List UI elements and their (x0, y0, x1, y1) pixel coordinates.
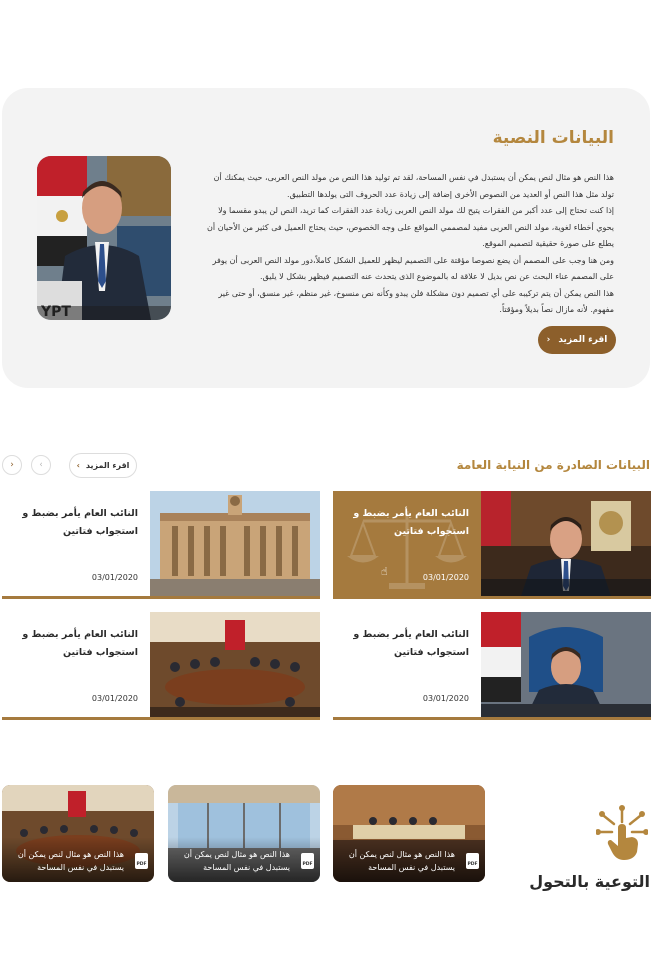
read-more-label: اقرء المزيد (85, 461, 130, 470)
prosecutor-photo: YPT (37, 156, 171, 320)
awareness-text: هذا النص هو مثال لنص يمكن أن يستبدل في ن… (348, 850, 455, 872)
read-more-button[interactable]: اقرء المزيد ‹ (538, 326, 616, 354)
statement-card-content: النائب العام يأمر بضبط و استجواب فتاتين … (333, 491, 481, 596)
chevron-right-icon: › (76, 461, 80, 470)
statement-title: النائب العام يأمر بضبط و استجواب فتاتين (353, 629, 469, 658)
section-title: البيانات النصية (492, 128, 614, 148)
text-statements-panel: البيانات النصية هذا النص هو مثال لنص يمك… (2, 88, 650, 388)
statement-image (150, 491, 320, 596)
paragraph: هذا النص هو مثال لنص يمكن أن يستبدل في ن… (213, 173, 614, 199)
statement-image (481, 612, 651, 717)
statement-card[interactable]: النائب العام يأمر بضبط و استجواب فتاتين … (333, 491, 651, 599)
pdf-icon: PDF (301, 853, 314, 869)
chevron-left-icon: ‹ (546, 335, 551, 345)
statement-date: 03/01/2020 (91, 694, 138, 703)
awareness-pdf-card[interactable]: PDF هذا النص هو مثال لنص يمكن أن يستبدل … (168, 785, 320, 882)
statement-card[interactable]: النائب العام يأمر بضبط و استجواب فتاتين … (2, 491, 320, 599)
paragraph: ومن هنا وجب على المصمم أن يضع نصوصا مؤقت… (212, 255, 614, 282)
statement-date: 03/01/2020 (422, 573, 469, 582)
next-arrow-button[interactable]: › (2, 455, 22, 475)
awareness-pdf-card[interactable]: PDF هذا النص هو مثال لنص يمكن أن يستبدل … (2, 785, 154, 882)
cursor-hand-icon: ☝ (381, 565, 388, 578)
statement-card[interactable]: النائب العام يأمر بضبط و استجواب فتاتين … (2, 612, 320, 720)
awareness-pdf-card[interactable]: PDF هذا النص هو مثال لنص يمكن أن يستبدل … (333, 785, 485, 882)
chevron-left-icon: ‹ (39, 460, 43, 470)
pdf-icon: PDF (135, 853, 148, 869)
awareness-text: هذا النص هو مثال لنص يمكن أن يستبدل في ن… (17, 850, 124, 872)
hand-touch-icon (596, 805, 648, 860)
statement-card-content: النائب العام يأمر بضبط و استجواب فتاتين … (2, 612, 150, 717)
statement-body: هذا النص هو مثال لنص يمكن أن يستبدل في ن… (204, 170, 614, 319)
pdf-icon: PDF (466, 853, 479, 869)
prev-arrow-button[interactable]: ‹ (31, 455, 51, 475)
chevron-right-icon: › (10, 460, 14, 470)
paragraph: هذا النص يمكن أن يتم تركيبه على أي تصميم… (218, 288, 614, 315)
statement-card-content: النائب العام يأمر بضبط و استجواب فتاتين … (2, 491, 150, 596)
statement-title: النائب العام يأمر بضبط و استجواب فتاتين (353, 508, 469, 537)
read-more-label: اقرء المزيد (558, 335, 608, 345)
statement-image (481, 491, 651, 596)
awareness-section-title: التوعية بالتحول (529, 872, 650, 891)
statement-title: النائب العام يأمر بضبط و استجواب فتاتين (22, 629, 138, 658)
paragraph: إذا كنت تحتاج إلى عدد أكبر من الفقرات يت… (207, 206, 614, 248)
statement-image (150, 612, 320, 717)
statement-date: 03/01/2020 (91, 573, 138, 582)
awareness-text: هذا النص هو مثال لنص يمكن أن يستبدل في ن… (183, 850, 290, 872)
statement-card-content: النائب العام يأمر بضبط و استجواب فتاتين … (333, 612, 481, 717)
statement-date: 03/01/2020 (422, 694, 469, 703)
statements-section-title: البيانات الصادرة من النيابة العامة (456, 458, 650, 472)
statements-read-more-button[interactable]: اقرء المزيد › (69, 453, 137, 478)
statement-title: النائب العام يأمر بضبط و استجواب فتاتين (22, 508, 138, 537)
statement-card[interactable]: النائب العام يأمر بضبط و استجواب فتاتين … (333, 612, 651, 720)
